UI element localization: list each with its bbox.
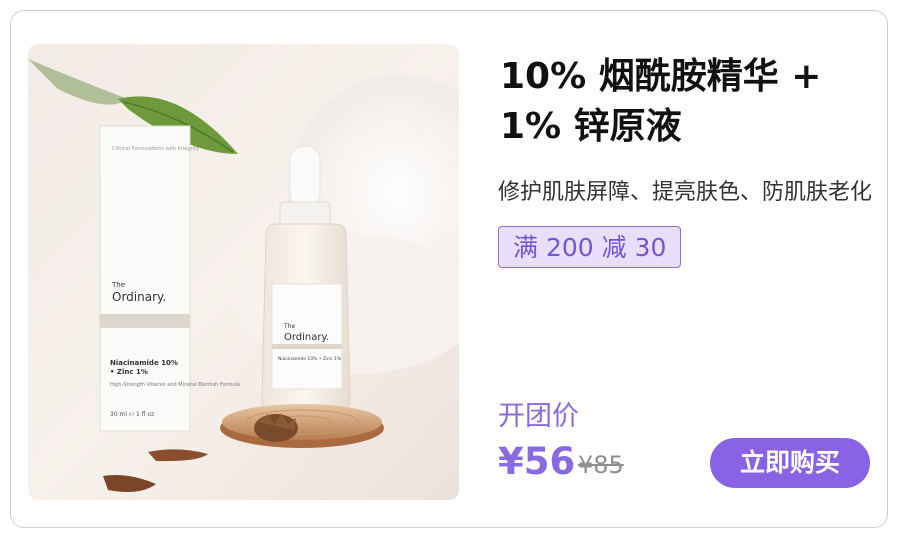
svg-text:• Zinc 1%: • Zinc 1% (110, 368, 148, 376)
svg-text:Niacinamide 10% • Zinc 1%: Niacinamide 10% • Zinc 1% (278, 356, 342, 362)
svg-text:The: The (283, 323, 295, 330)
product-photo[interactable]: Clinical Formulations with Integrity The… (28, 44, 459, 500)
promo-badge: 满 200 减 30 (498, 226, 682, 268)
product-title: 10% 烟酰胺精华 + 1% 锌原液 (500, 52, 860, 152)
group-price-label: 开团价 (498, 401, 579, 432)
original-price: ¥85 (578, 451, 624, 479)
svg-text:Ordinary.: Ordinary. (284, 332, 329, 343)
current-price: ¥56 (498, 440, 576, 483)
svg-text:Ordinary.: Ordinary. (112, 290, 166, 304)
svg-text:The: The (111, 281, 125, 289)
buy-now-button[interactable]: 立即购买 (710, 438, 870, 488)
svg-text:Clinical Formulations with Int: Clinical Formulations with Integrity (112, 146, 199, 152)
svg-text:High-Strength Vitamin and Mine: High-Strength Vitamin and Mineral Blemis… (110, 382, 240, 388)
svg-text:Niacinamide 10%: Niacinamide 10% (110, 359, 178, 367)
product-title-line1: 10% 烟酰胺精华 + (500, 56, 822, 97)
product-subtitle: 修护肌肤屏障、提亮肤色、防肌肤老化 (498, 180, 873, 205)
product-title-line2: 1% 锌原液 (500, 106, 682, 147)
svg-text:30 ml ℮ 1 fl oz: 30 ml ℮ 1 fl oz (110, 411, 154, 418)
